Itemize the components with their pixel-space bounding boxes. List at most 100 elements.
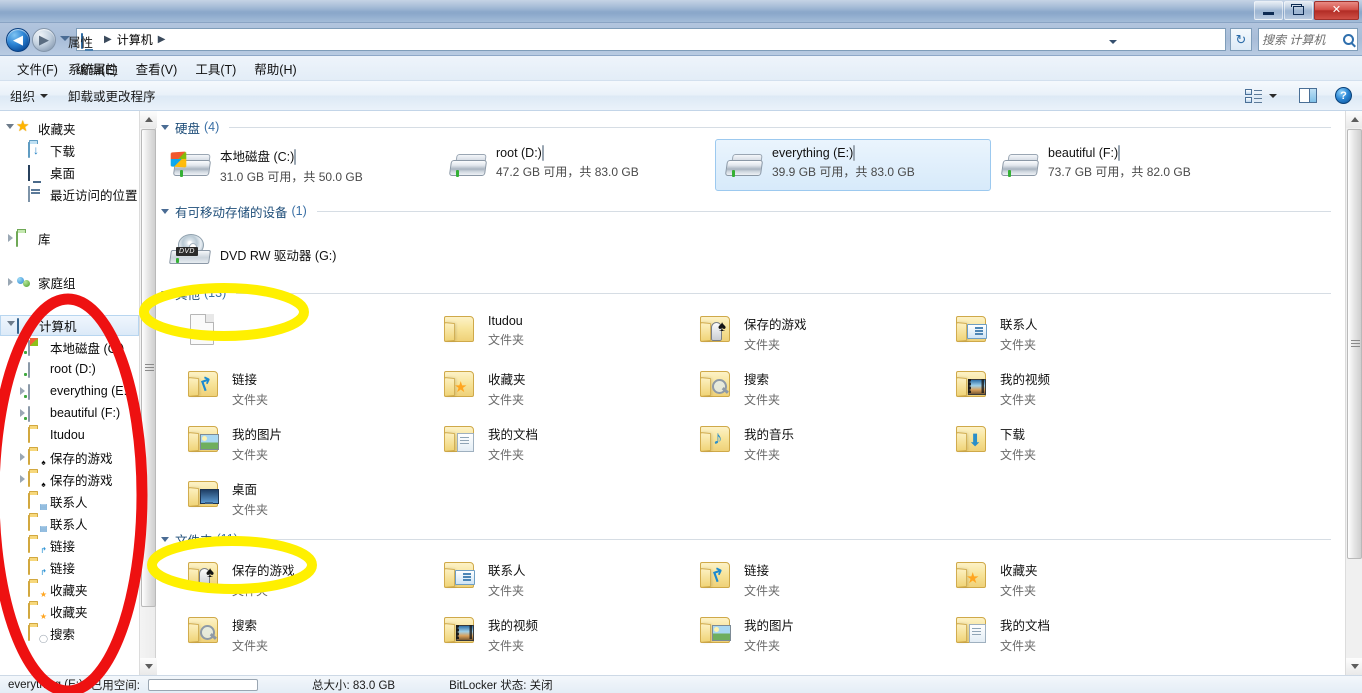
sidebar-item-contacts-2[interactable]: ▤ 联系人 [0, 512, 139, 534]
group-header-harddisks[interactable]: 硬盘 (4) [161, 117, 1345, 137]
drive-item[interactable]: beautiful (F:) 73.7 GB 可用，共 82.0 GB [991, 139, 1267, 191]
cmd-uninstall-change-program[interactable]: 卸载或更改程序 [58, 82, 166, 109]
show-preview-pane-icon[interactable] [1299, 88, 1317, 103]
item-type: 文件夹 [488, 639, 525, 653]
forward-button[interactable]: ▶ [32, 28, 56, 52]
folder-item[interactable]: 我的视频 文件夹 [931, 360, 1187, 415]
folder-item[interactable]: 保存的游戏文件夹 [163, 551, 419, 606]
expander[interactable] [16, 409, 28, 417]
folder-item[interactable]: 链接文件夹 [163, 360, 419, 415]
folder-item[interactable]: 我的图片 文件夹 [163, 415, 419, 470]
blank-document-icon [186, 312, 224, 348]
folder-item[interactable]: Itudou 文件夹 [419, 305, 675, 360]
removable-device-item[interactable]: DVD DVD RW 驱动器 (G:) [163, 223, 439, 269]
drive-item[interactable]: everything (E:) 39.9 GB 可用，共 83.0 GB [715, 139, 991, 191]
group-name: 文件夹 [175, 533, 213, 548]
folder-item[interactable]: 我的图片 文件夹 [675, 606, 931, 661]
folder-item[interactable]: 下载文件夹 [931, 415, 1187, 470]
sidebar-item-desktop[interactable]: 桌面 [0, 161, 139, 183]
nav-scroll-down-button[interactable] [140, 658, 157, 675]
folder-item[interactable]: 我的文档 文件夹 [419, 415, 675, 470]
navigation-pane-scrollbar[interactable] [139, 111, 157, 675]
folder-item[interactable]: 搜索 文件夹 [675, 360, 931, 415]
folder-item[interactable]: 联系人 文件夹 [419, 551, 675, 606]
maximize-button[interactable] [1284, 1, 1313, 20]
sidebar-item-drive-d[interactable]: root (D:) [0, 358, 139, 380]
folder-item[interactable] [163, 305, 419, 360]
expander[interactable] [16, 387, 28, 395]
chevron-down-icon[interactable] [1109, 40, 1117, 44]
sidebar-item-saved-games-1[interactable]: ♠ 保存的游戏 [0, 446, 139, 468]
sidebar-item-searches[interactable]: ◯ 搜索 [0, 622, 139, 644]
cmd-properties[interactable]: 属性 [58, 28, 166, 55]
folder-icon [698, 558, 736, 594]
sidebar-item-favorites-folder-2[interactable]: ★ 收藏夹 [0, 600, 139, 622]
folder-item[interactable]: 我的音乐文件夹 [675, 415, 931, 470]
content-scroll-thumb[interactable] [1347, 129, 1362, 559]
expander[interactable] [16, 343, 28, 351]
content-scroll-up-button[interactable] [1346, 111, 1362, 128]
nav-scroll-thumb[interactable] [141, 129, 156, 607]
sidebar-item-contacts-1[interactable]: ▤ 联系人 [0, 490, 139, 512]
cmd-system-properties[interactable]: 系统属性 [58, 55, 166, 82]
drive-item[interactable]: root (D:) 47.2 GB 可用，共 83.0 GB [439, 139, 715, 191]
expander[interactable] [16, 453, 28, 461]
folder-item[interactable]: 我的文档 文件夹 [931, 606, 1187, 661]
folder-item[interactable]: 链接文件夹 [675, 551, 931, 606]
expander[interactable] [4, 123, 16, 133]
menu-tools[interactable]: 工具(T) [186, 56, 245, 81]
menu-help[interactable]: 帮助(H) [245, 56, 305, 81]
sidebar-item-itudou[interactable]: Itudou [0, 424, 139, 446]
expander[interactable] [5, 321, 17, 330]
group-header-removable[interactable]: 有可移动存储的设备 (1) [161, 201, 1345, 221]
search-input[interactable]: 搜索 计算机 [1262, 31, 1343, 48]
refresh-button[interactable]: ↻ [1230, 28, 1252, 51]
folder-item[interactable]: 收藏夹文件夹 [419, 360, 675, 415]
expander[interactable] [16, 475, 28, 483]
drive-item[interactable]: 本地磁盘 (C:) 31.0 GB 可用，共 50.0 GB [163, 139, 439, 191]
folder-icon [698, 367, 736, 403]
folder-item[interactable]: 联系人 文件夹 [931, 305, 1187, 360]
folder-item[interactable]: 我的视频 文件夹 [419, 606, 675, 661]
expander[interactable] [4, 234, 16, 242]
sidebar-item-links-2[interactable]: ↱ 链接 [0, 556, 139, 578]
group-header-folders[interactable]: 文件夹 (11) [161, 529, 1345, 549]
item-name: 我的视频 [1000, 373, 1051, 387]
hard-drive-icon [998, 150, 1042, 186]
sidebar-item-downloads[interactable]: 下载 [0, 139, 139, 161]
sidebar-item-drive-c[interactable]: 本地磁盘 (C:) [0, 336, 139, 358]
search-box[interactable]: 搜索 计算机 [1258, 28, 1358, 51]
sidebar-item-homegroup[interactable]: 家庭组 [0, 271, 139, 293]
sidebar-item-drive-e[interactable]: everything (E:) [0, 380, 139, 402]
folder-item[interactable]: 收藏夹文件夹 [931, 551, 1187, 606]
sidebar-item-drive-f[interactable]: beautiful (F:) [0, 402, 139, 424]
sidebar-item-libraries[interactable]: 库 [0, 227, 139, 249]
item-name: 下载 [1000, 428, 1026, 442]
folder-item[interactable]: 保存的游戏文件夹 [675, 305, 931, 360]
content-scroll-down-button[interactable] [1346, 658, 1362, 675]
drive-list: 本地磁盘 (C:) 31.0 GB 可用，共 50.0 GB root (D:) 47… [157, 139, 1345, 191]
expander[interactable] [4, 278, 16, 286]
sidebar-item-favorites-folder-1[interactable]: ★ 收藏夹 [0, 578, 139, 600]
sidebar-item-links-1[interactable]: ↱ 链接 [0, 534, 139, 556]
sidebar-item-recent-places[interactable]: 最近访问的位置 [0, 183, 139, 205]
sidebar-item-label: 本地磁盘 (C:) [50, 341, 125, 356]
back-button[interactable]: ◀ [6, 28, 30, 52]
folder-item[interactable]: 搜索 文件夹 [163, 606, 419, 661]
address-bar[interactable]: ▶ 计算机 ▶ [76, 28, 1226, 51]
nav-scroll-up-button[interactable] [140, 111, 157, 128]
sidebar-item-saved-games-2[interactable]: ♠ 保存的游戏 [0, 468, 139, 490]
folder-item[interactable]: 桌面 文件夹 [163, 470, 419, 525]
drive-usage-bar [1118, 145, 1121, 161]
status-usage-bar [147, 678, 258, 691]
sidebar-item-computer[interactable]: 计算机 [0, 315, 139, 336]
organize-button[interactable]: 组织 [0, 82, 58, 109]
minimize-button[interactable] [1254, 1, 1283, 20]
close-button[interactable]: ✕ [1314, 1, 1359, 20]
view-chevron-down-icon[interactable] [1269, 93, 1277, 98]
change-view-icon[interactable] [1245, 88, 1263, 104]
file-list-scrollbar[interactable] [1345, 111, 1362, 675]
sidebar-item-favorites[interactable]: 收藏夹 [0, 117, 139, 139]
help-icon[interactable]: ? [1335, 87, 1352, 104]
group-header-others[interactable]: 其他 (13) [161, 283, 1345, 303]
